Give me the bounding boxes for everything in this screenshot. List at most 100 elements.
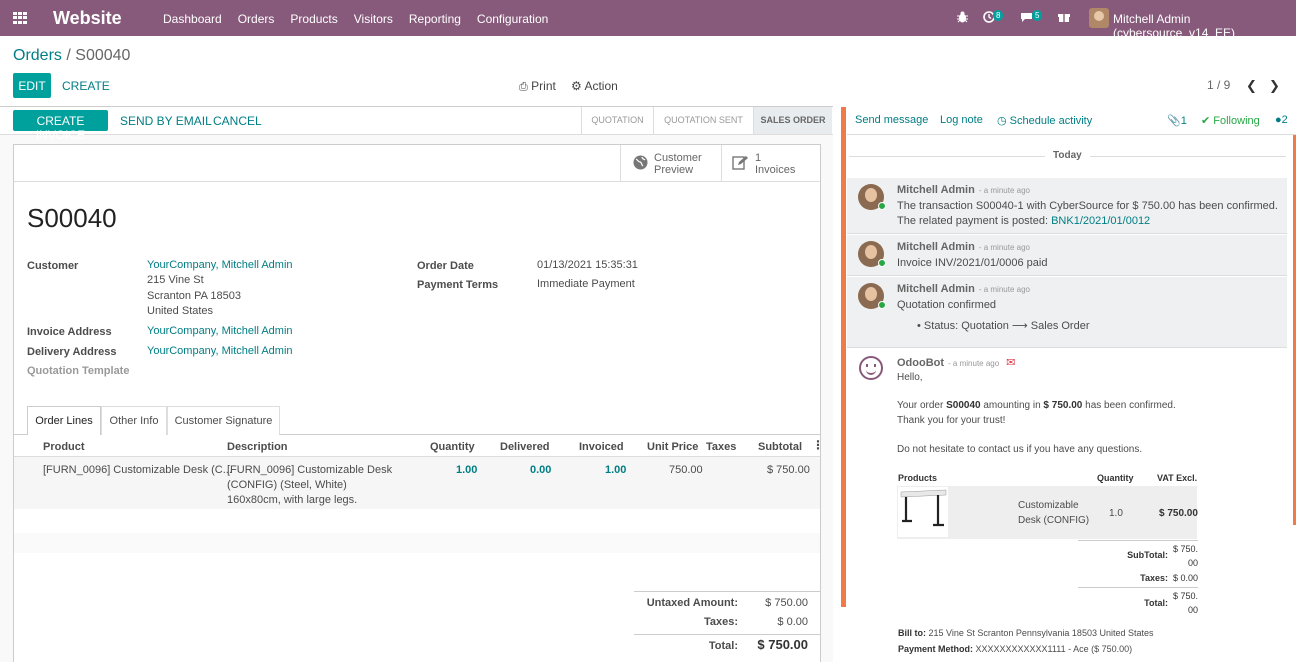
message-author[interactable]: Mitchell Admin - a minute ago bbox=[897, 283, 1030, 295]
message-author[interactable]: Mitchell Admin - a minute ago bbox=[897, 241, 1030, 253]
invoice-address-label: Invoice Address bbox=[27, 326, 112, 338]
line-product[interactable]: [FURN_0096] Customizable Desk (C... bbox=[43, 463, 232, 478]
column-product[interactable]: Product bbox=[43, 441, 85, 453]
user-menu[interactable]: Mitchell Admin (cybersource_v14_EE) bbox=[1113, 12, 1296, 40]
email-total-value: $ 750. 00 bbox=[1168, 589, 1198, 617]
send-message-button[interactable]: Send message bbox=[855, 114, 928, 126]
pager-value[interactable]: 1 / 9 bbox=[1207, 78, 1230, 92]
totals-top-divider bbox=[634, 591, 820, 592]
activity-count-badge: 8 bbox=[993, 10, 1004, 21]
message-date: - a minute ago bbox=[978, 285, 1030, 294]
action-button[interactable]: ⚙ Action bbox=[571, 79, 618, 93]
menu-item-orders[interactable]: Orders bbox=[238, 12, 275, 26]
app-title[interactable]: Website bbox=[53, 8, 122, 29]
stage-quotation-sent[interactable]: QUOTATION SENT bbox=[653, 107, 753, 134]
customer-address-line3: United States bbox=[147, 305, 214, 317]
menu-item-visitors[interactable]: Visitors bbox=[354, 12, 393, 26]
odoobot-name: OdooBot bbox=[897, 357, 945, 369]
column-taxes[interactable]: Taxes bbox=[706, 441, 736, 453]
followers-button[interactable]: ●2 bbox=[1275, 114, 1288, 126]
email-subtotal-divider bbox=[1078, 540, 1198, 541]
bug-icon[interactable] bbox=[957, 11, 968, 26]
online-status-icon bbox=[878, 259, 886, 267]
attachments-button[interactable]: 📎1 bbox=[1167, 114, 1187, 127]
odoobot-avatar[interactable] bbox=[859, 356, 883, 380]
email-table-products: Products bbox=[898, 473, 938, 483]
log-note-button[interactable]: Log note bbox=[940, 114, 983, 126]
pager-previous-icon[interactable]: ❮ bbox=[1246, 78, 1257, 94]
breadcrumb-current: S00040 bbox=[75, 47, 131, 64]
line-subtotal: $ 750.00 bbox=[767, 464, 810, 476]
bill-to-label: Bill to: bbox=[898, 628, 926, 638]
tab-customer-signature[interactable]: Customer Signature bbox=[167, 406, 280, 435]
message-date: - a minute ago bbox=[978, 186, 1030, 195]
customer-preview-button[interactable]: Customer Preview bbox=[620, 145, 721, 181]
stage-quotation[interactable]: QUOTATION bbox=[581, 107, 653, 134]
create-button[interactable]: CREATE bbox=[62, 79, 110, 93]
tab-order-lines[interactable]: Order Lines bbox=[27, 406, 101, 435]
desk-image bbox=[898, 487, 948, 537]
menu-item-products[interactable]: Products bbox=[290, 12, 337, 26]
odoobot-author[interactable]: OdooBot - a minute ago ✉ bbox=[897, 356, 1015, 369]
email-subtotal-value-2: 00 bbox=[1187, 558, 1198, 568]
create-invoice-button[interactable]: CREATE INVOICE bbox=[13, 110, 108, 142]
column-description[interactable]: Description bbox=[227, 441, 288, 453]
send-by-email-button[interactable]: SEND BY EMAIL bbox=[120, 114, 212, 128]
invoices-button[interactable]: 1 Invoices bbox=[721, 145, 820, 181]
email-payment-method: Payment Method: XXXXXXXXXXXX1111 - Ace (… bbox=[898, 644, 1132, 654]
gift-icon[interactable] bbox=[1058, 11, 1070, 26]
menu-item-configuration[interactable]: Configuration bbox=[477, 12, 548, 26]
line-description[interactable]: [FURN_0096] Customizable Desk (CONFIG) (… bbox=[227, 463, 392, 508]
line-unit-price[interactable]: 750.00 bbox=[669, 463, 703, 478]
table-row-empty bbox=[14, 533, 820, 553]
column-subtotal[interactable]: Subtotal bbox=[758, 441, 802, 453]
payment-posted-text: The related payment is posted: bbox=[897, 215, 1052, 227]
form-sheet: Customer Preview 1 Invoices S00040 Custo… bbox=[13, 144, 824, 662]
check-icon: ✔ bbox=[1201, 115, 1211, 127]
line-quantity[interactable]: 1.00 bbox=[456, 463, 477, 478]
customer-link[interactable]: YourCompany, Mitchell Admin bbox=[147, 258, 293, 273]
line-delivered[interactable]: 0.00 bbox=[530, 463, 551, 478]
menu-item-dashboard[interactable]: Dashboard bbox=[163, 12, 222, 26]
menu-item-reporting[interactable]: Reporting bbox=[409, 12, 461, 26]
user-avatar[interactable] bbox=[1089, 8, 1109, 28]
column-delivered[interactable]: Delivered bbox=[500, 441, 550, 453]
envelope-icon: ✉ bbox=[1006, 357, 1016, 369]
invoices-label: Invoices bbox=[755, 164, 796, 176]
invoices-count: 1 bbox=[755, 152, 762, 164]
payment-link[interactable]: BNK1/2021/01/0012 bbox=[1051, 215, 1150, 227]
message-count-badge: 5 bbox=[1032, 10, 1043, 21]
message-author[interactable]: Mitchell Admin - a minute ago bbox=[897, 184, 1030, 196]
statusbar: CREATE INVOICE SEND BY EMAIL CANCEL QUOT… bbox=[0, 106, 833, 142]
column-quantity[interactable]: Quantity bbox=[430, 441, 475, 453]
email-total-value-1: $ 750. bbox=[1172, 591, 1198, 601]
email-order-confirmed: Your order S00040 amounting in $ 750.00 … bbox=[897, 400, 1176, 411]
breadcrumb: Orders / S00040 bbox=[13, 47, 130, 65]
following-button[interactable]: ✔ Following bbox=[1201, 114, 1260, 127]
payment-method-value: XXXXXXXXXXXX1111 - Ace ($ 750.00) bbox=[973, 644, 1133, 654]
tab-other-info[interactable]: Other Info bbox=[101, 406, 167, 435]
apps-menu-icon[interactable] bbox=[13, 12, 27, 24]
schedule-activity-button[interactable]: ◷ Schedule activity bbox=[997, 114, 1092, 127]
message-invoice-paid: Mitchell Admin - a minute ago Invoice INV… bbox=[847, 235, 1287, 276]
totals-bottom-divider bbox=[634, 634, 820, 635]
taxes-label: Taxes: bbox=[703, 616, 738, 628]
today-separator: Today bbox=[1053, 150, 1082, 161]
invoice-address-link[interactable]: YourCompany, Mitchell Admin bbox=[147, 324, 293, 339]
messages-icon[interactable] bbox=[1020, 11, 1033, 26]
column-unit-price[interactable]: Unit Price bbox=[647, 441, 698, 453]
pager-next-icon[interactable]: ❯ bbox=[1269, 78, 1280, 94]
email-bill-to: Bill to: 215 Vine St Scranton Pennsylvan… bbox=[898, 628, 1154, 638]
cancel-button[interactable]: CANCEL bbox=[213, 114, 262, 128]
stage-sales-order[interactable]: SALES ORDER bbox=[753, 107, 832, 134]
email-product-amount: $ 750.00 bbox=[1159, 508, 1198, 519]
column-invoiced[interactable]: Invoiced bbox=[579, 441, 624, 453]
email-subtotal-value-1: $ 750. bbox=[1172, 544, 1198, 554]
print-button[interactable]: ⎙ Print bbox=[519, 79, 556, 94]
edit-button[interactable]: EDIT bbox=[13, 73, 51, 98]
optional-columns-icon[interactable]: ⋮ bbox=[812, 438, 824, 452]
delivery-address-link[interactable]: YourCompany, Mitchell Admin bbox=[147, 344, 293, 359]
status-change: Status: Quotation ⟶ Sales Order bbox=[923, 320, 1090, 332]
breadcrumb-orders[interactable]: Orders bbox=[13, 47, 62, 64]
line-invoiced[interactable]: 1.00 bbox=[605, 463, 626, 478]
